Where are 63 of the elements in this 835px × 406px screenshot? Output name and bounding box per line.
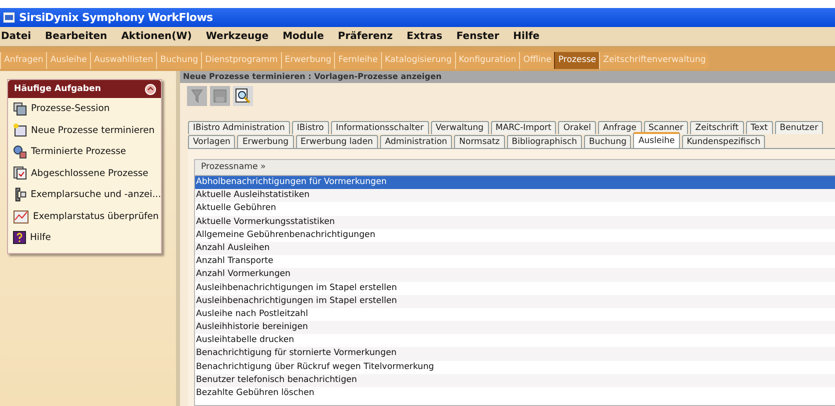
menu-item[interactable]: Präferenz [338,31,393,42]
tab[interactable]: Buchung [584,135,632,148]
tab[interactable]: Bibliographisch [506,135,582,148]
collapse-icon[interactable] [145,84,156,94]
help-icon [13,231,26,244]
tab[interactable]: Verwaltung [430,121,489,134]
windows-icon [13,102,27,116]
tab[interactable]: Zeitschrift [690,121,744,134]
toolbar-button[interactable] [233,86,253,106]
menu-item[interactable]: Werkzeuge [206,31,269,42]
filter-icon [191,89,203,103]
tab[interactable]: Erwerbung laden [296,135,378,148]
window-title: SirsiDynix Symphony WorkFlows [19,11,213,24]
tab[interactable]: Anfrage [598,121,642,134]
save-icon [213,89,227,103]
table-row[interactable]: Aktuelle Ausleihstatistiken [195,189,835,202]
tab[interactable]: Erwerbung [237,135,294,148]
tab[interactable]: Vorlagen [188,135,236,148]
tab[interactable]: Benutzer [774,121,824,134]
tab[interactable]: Informationsschalter [330,121,429,134]
search-icon [235,88,251,104]
sidebar-item[interactable]: Neue Prozesse terminieren [8,120,161,141]
table-row[interactable]: Ausleihtabelle drucken [195,334,835,348]
tab[interactable]: Kundenspezifisch [682,135,766,148]
page-header: Neue Prozesse terminieren : Vorlagen-Prozesse anzeigen [180,71,835,83]
tab[interactable]: Administration [380,135,452,148]
chart-icon [13,208,29,224]
table-row[interactable]: Anzahl Transporte [195,255,835,268]
sidebar-item[interactable]: Terminierte Prozesse [8,141,161,162]
tab[interactable]: IBistro Administration [188,121,290,134]
table-row[interactable]: Ausleihhistorie bereinigen [195,321,835,334]
menu-item[interactable]: Module [282,31,324,42]
table-row[interactable]: Benachrichtigung über Rückruf wegen Titelvormerkung [195,360,835,374]
module-tab[interactable]: Prozesse [554,52,600,69]
table-row[interactable]: Anzahl Vormerkungen [195,268,835,282]
tab[interactable]: Text [746,121,773,134]
tab[interactable]: MARC-Import [490,121,556,134]
sidebar-item[interactable]: Exemplarsuche und -anzei... [8,184,161,206]
tab[interactable]: Normsatz [454,135,505,148]
card-title: Häufige Aufgaben [14,84,102,94]
menu-item[interactable]: Datei [1,31,32,42]
tab[interactable]: Ausleihe [633,132,680,148]
menu-item[interactable]: Bearbeiten [45,31,108,42]
menu-item[interactable]: Aktionen(W) [121,31,192,42]
document-icon [13,166,27,180]
sidebar-item[interactable]: Exemplarstatus überprüfen [8,206,161,227]
table-row[interactable]: Ausleihbenachrichtigungen im Stapel erstellen [195,282,835,295]
sidebar-item[interactable]: Abgeschlossene Prozesse [8,162,161,184]
table-row[interactable]: Aktuelle Vormerkungsstatistiken [195,216,835,229]
menu-item[interactable]: Hilfe [513,31,540,42]
column-header[interactable]: Prozessname » [195,160,835,176]
table-row[interactable]: Abholbenachrichtigungen für Vormerkungen [195,176,835,190]
menu-item[interactable]: Fenster [456,31,500,42]
table-row[interactable]: Anzahl Ausleihen [195,242,835,256]
table-row[interactable]: Ausleihbenachrichtigungen im Stapel erstellen [195,294,835,308]
tab[interactable]: IBistro [292,121,329,134]
sidebar-item[interactable]: Prozesse-Session [8,98,161,120]
sidebar-item[interactable]: Hilfe [8,227,161,248]
table-row[interactable]: Benutzer telefonisch benachrichtigen [195,374,835,387]
menu-item[interactable]: Extras [406,31,442,42]
table-row[interactable]: Benachrichtigung für stornierte Vormerkungen [195,347,835,361]
app-logo-icon [3,12,15,23]
tab[interactable]: Orakel [558,121,596,134]
